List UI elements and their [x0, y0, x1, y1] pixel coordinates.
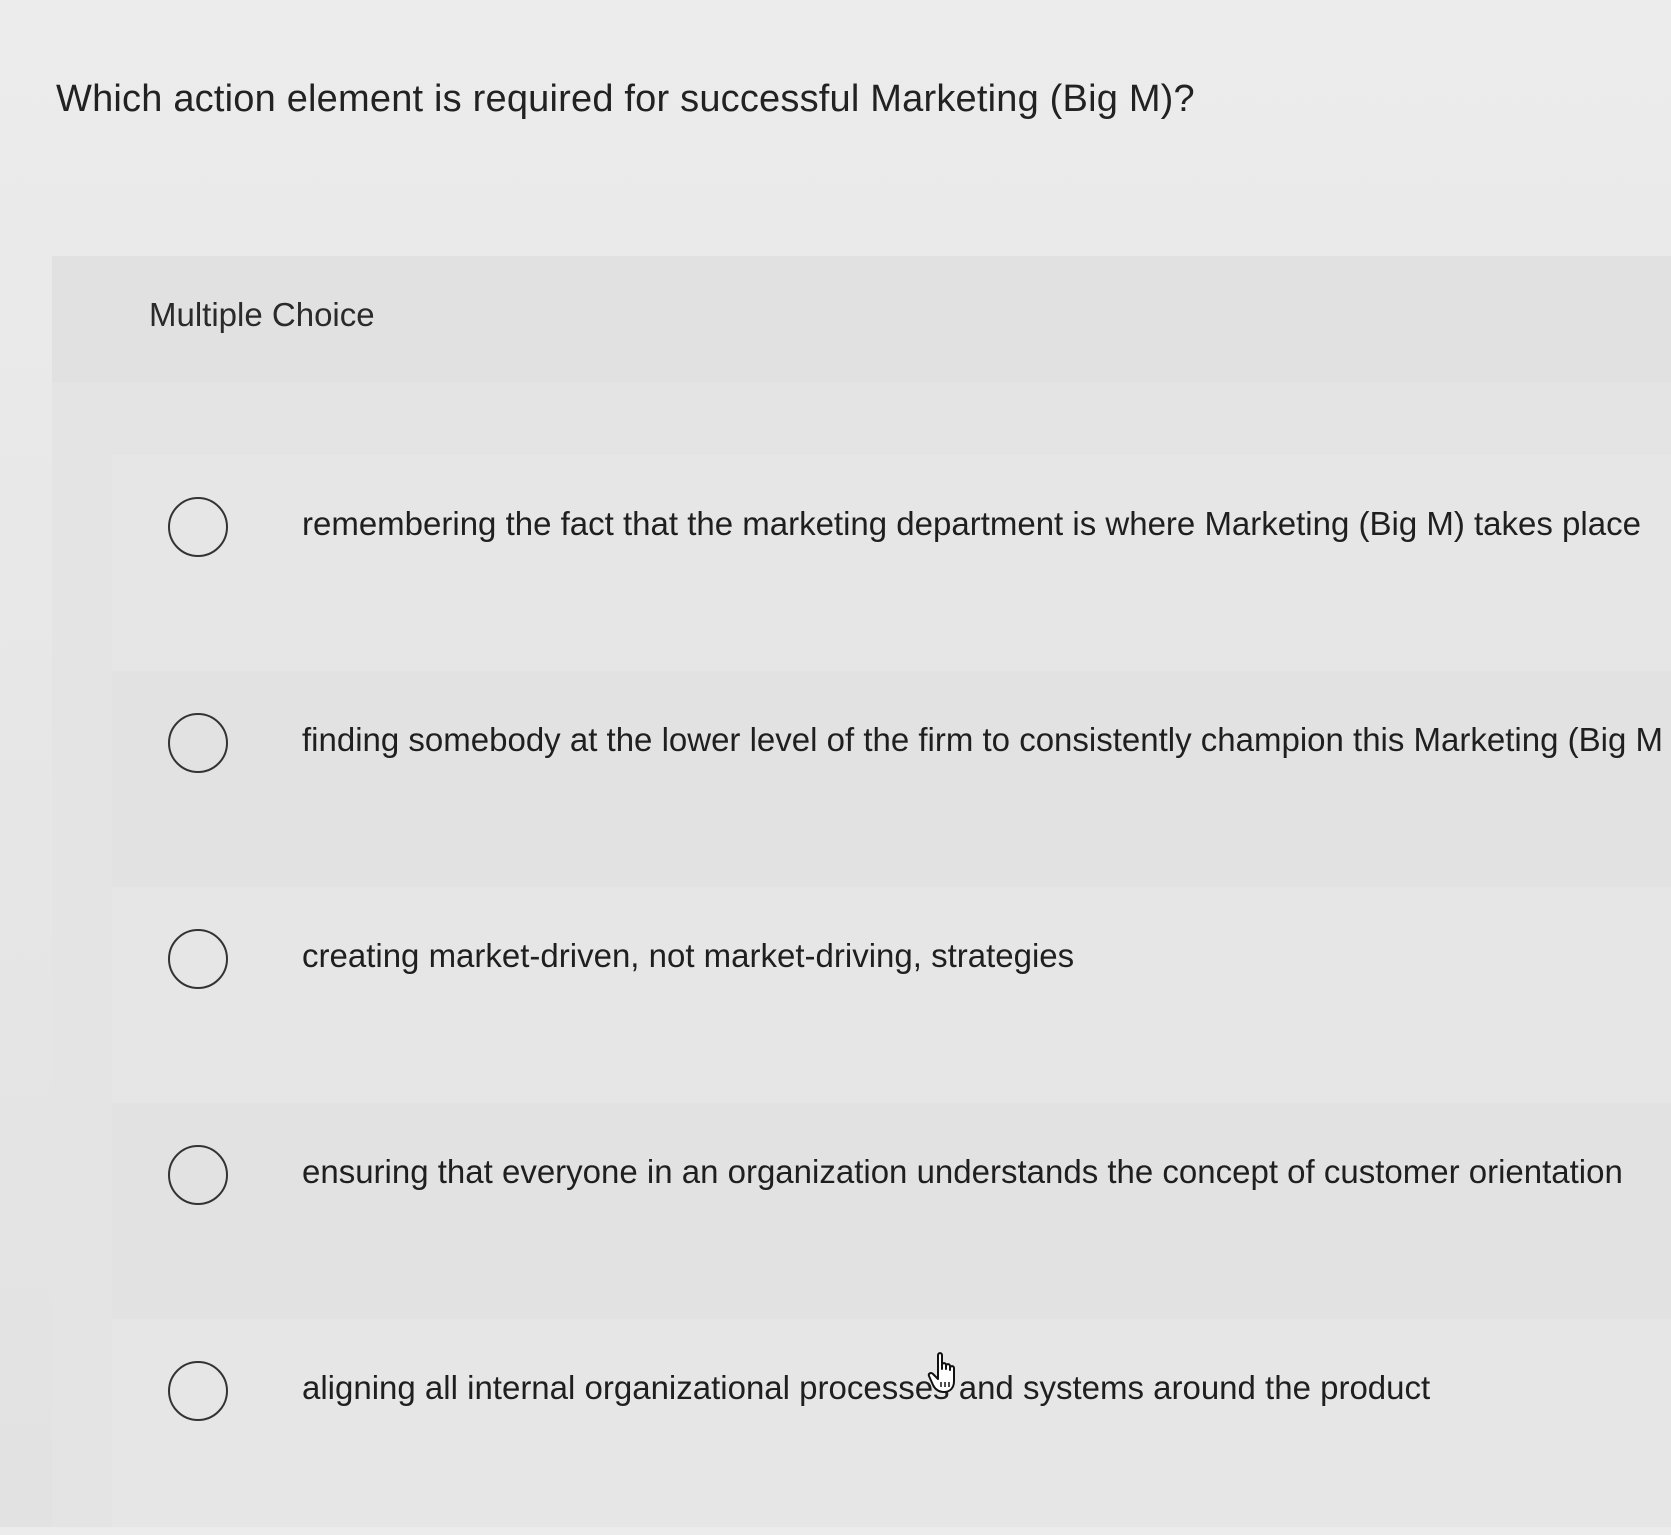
radio-button-3[interactable] [168, 929, 228, 989]
answer-option-label-2: finding somebody at the lower level of t… [302, 721, 1663, 758]
answer-option-label-1: remembering the fact that the marketing … [302, 505, 1641, 542]
radio-button-2[interactable] [168, 713, 228, 773]
answer-option-3[interactable]: creating market-driven, not market-drivi… [112, 887, 1671, 1103]
hand-pointer-icon [926, 1351, 966, 1395]
answer-options-list: remembering the fact that the marketing … [112, 455, 1671, 1527]
radio-button-4[interactable] [168, 1145, 228, 1205]
multiple-choice-header: Multiple Choice [52, 256, 1671, 382]
radio-button-1[interactable] [168, 497, 228, 557]
answer-option-1[interactable]: remembering the fact that the marketing … [112, 455, 1671, 671]
answer-option-label-3: creating market-driven, not market-drivi… [302, 937, 1075, 974]
answer-option-5[interactable]: aligning all internal organizational pro… [112, 1319, 1671, 1535]
question-text: Which action element is required for suc… [56, 78, 1195, 120]
answer-option-2[interactable]: finding somebody at the lower level of t… [112, 671, 1671, 887]
answer-option-label-4: ensuring that everyone in an organizatio… [302, 1153, 1623, 1190]
multiple-choice-label: Multiple Choice [149, 296, 375, 333]
answer-option-4[interactable]: ensuring that everyone in an organizatio… [112, 1103, 1671, 1319]
answer-option-label-5: aligning all internal organizational pro… [302, 1369, 1431, 1406]
radio-button-5[interactable] [168, 1361, 228, 1421]
